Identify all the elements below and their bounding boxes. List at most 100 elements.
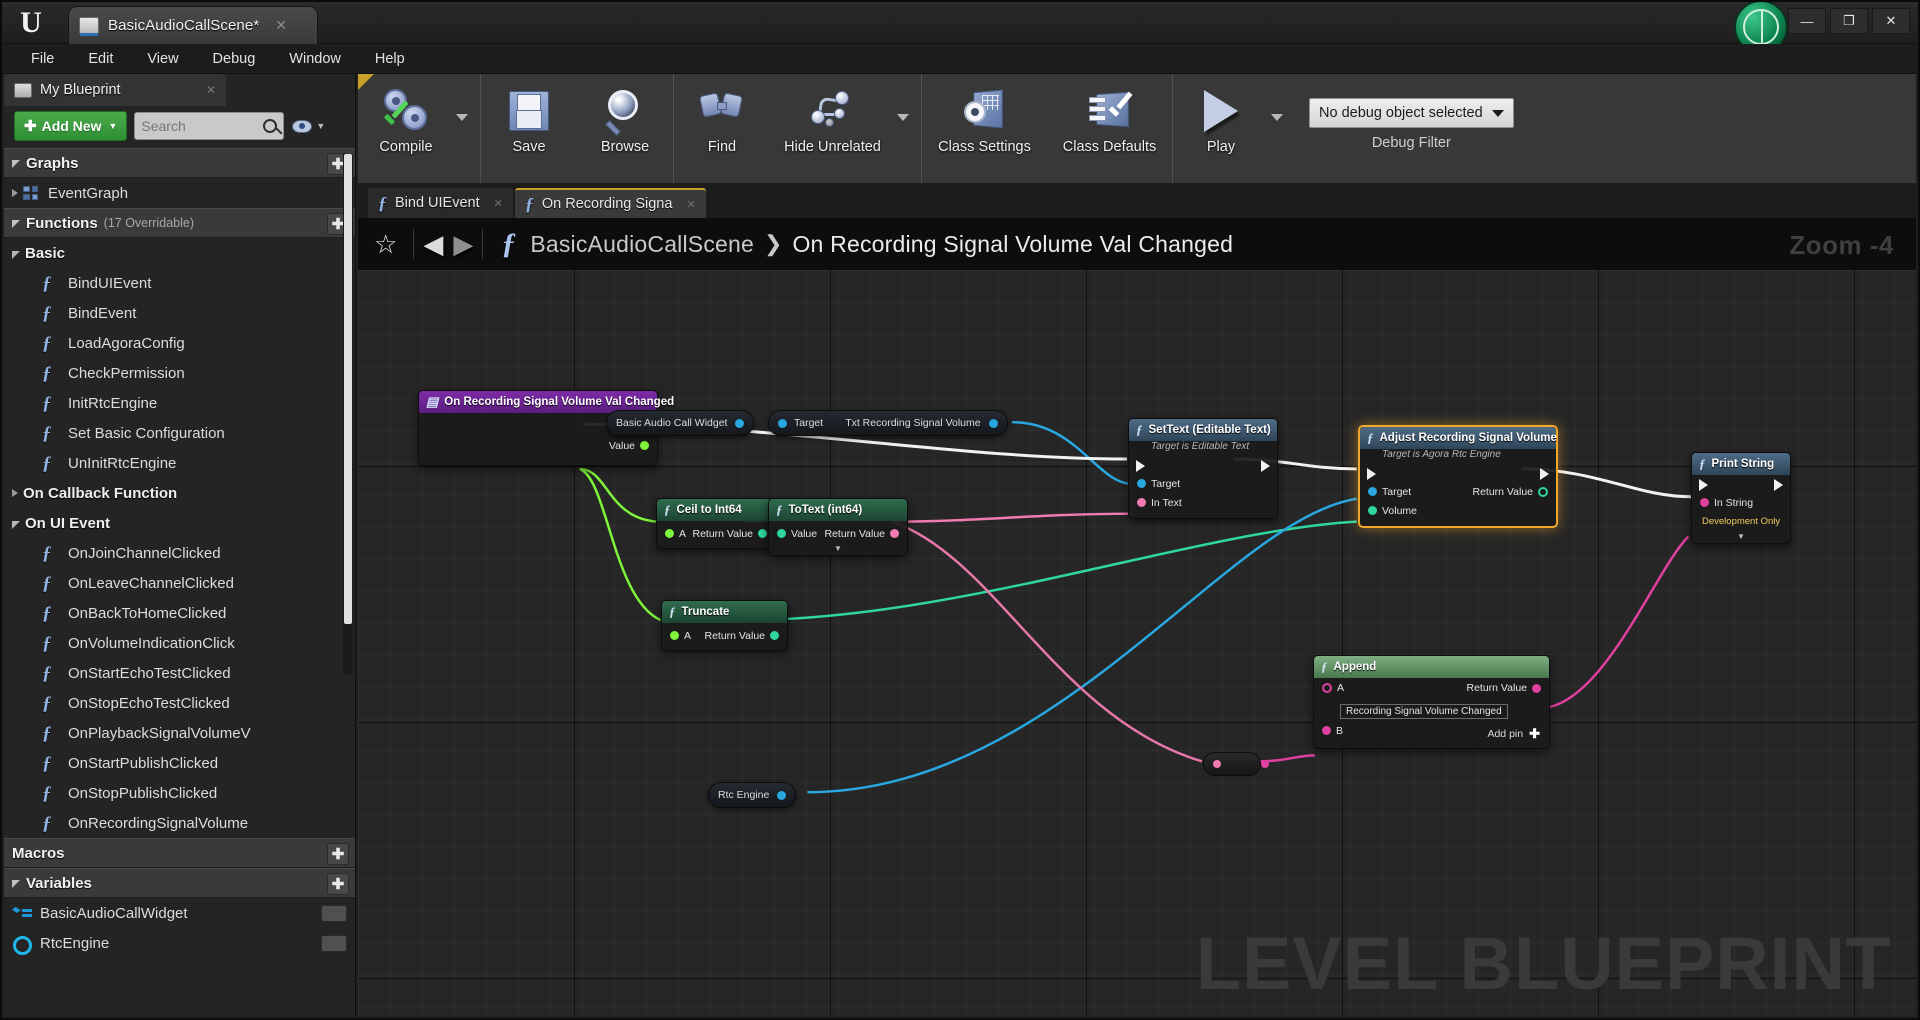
return-value-out-pin[interactable]	[770, 631, 779, 640]
browse-button[interactable]: Browse	[577, 74, 673, 183]
add-new-button[interactable]: ✚ Add New ▼	[14, 111, 128, 141]
tree-item-variable-basicaudiocallwidget[interactable]: BasicAudioCallWidget	[4, 898, 355, 928]
node-pin-row-target-return[interactable]: Target Return Value	[1360, 482, 1556, 501]
graph-tab-close-icon[interactable]: ✕	[494, 197, 503, 210]
return-value-out-pin[interactable]	[1538, 486, 1548, 497]
tree-section-graphs[interactable]: Graphs ✚	[4, 148, 355, 178]
node-pin-row-value[interactable]: Value	[419, 436, 657, 455]
tree-item-function[interactable]: ƒ BindUIEvent	[4, 268, 355, 298]
tree-section-functions[interactable]: Functions (17 Overridable) ✚	[4, 208, 355, 238]
volume-in-pin[interactable]	[1368, 506, 1377, 515]
bookmark-star-icon[interactable]: ☆	[374, 229, 397, 260]
tree-item-function[interactable]: ƒ OnStopPublishClicked	[4, 778, 355, 808]
tree-item-function[interactable]: ƒ BindEvent	[4, 298, 355, 328]
node-pin-row-in-text[interactable]: In Text	[1129, 493, 1277, 512]
menu-item-file[interactable]: File	[14, 44, 71, 74]
expand-node-chevron-icon[interactable]: ▼	[769, 543, 907, 553]
node-append[interactable]: ƒ Append A Return Value Recording Signal…	[1313, 655, 1550, 749]
node-pin-row-target[interactable]: Target	[1129, 474, 1277, 493]
node-text-to-string-conversion[interactable]	[1203, 752, 1269, 776]
tree-section-macros[interactable]: Macros ✚	[4, 838, 355, 868]
node-totext-int64[interactable]: ƒ ToText (int64) Value Return Value ▼	[768, 498, 908, 556]
navigate-forward-icon[interactable]: ▶	[448, 229, 478, 260]
node-pin-row-in-string[interactable]: In String	[1692, 493, 1790, 512]
debug-object-select[interactable]: No debug object selected	[1309, 98, 1514, 128]
expand-arrow-icon[interactable]	[12, 189, 18, 197]
node-basic-audio-call-widget-getter[interactable]: Basic Audio Call Widget	[606, 410, 755, 436]
class-defaults-button[interactable]: Class Defaults	[1047, 74, 1172, 183]
node-pin-row-a[interactable]: A Return Value	[1314, 682, 1549, 701]
exec-in-pin[interactable]	[1367, 468, 1376, 480]
tree-item-function[interactable]: ƒ OnRecordingSignalVolume	[4, 808, 355, 838]
tree-section-variables[interactable]: Variables ✚	[4, 868, 355, 898]
a-default-value-row[interactable]: Recording Signal Volume Changed	[1314, 701, 1549, 721]
node-pin-row[interactable]: A Return Value	[662, 626, 787, 645]
node-pin-row[interactable]: A Return Value	[657, 524, 775, 543]
a-in-pin[interactable]	[665, 529, 674, 538]
menu-item-debug[interactable]: Debug	[196, 44, 273, 74]
in-string-pin[interactable]	[1700, 498, 1709, 507]
maximize-button[interactable]: ❐	[1830, 8, 1868, 34]
menu-item-help[interactable]: Help	[358, 44, 422, 74]
node-rtc-engine-getter[interactable]: Rtc Engine	[708, 782, 797, 808]
exec-out-pin[interactable]	[1261, 460, 1270, 472]
tree-item-function[interactable]: ƒ OnPlaybackSignalVolumeV	[4, 718, 355, 748]
variable-type-swatch[interactable]	[321, 904, 347, 922]
node-ceil-to-int64[interactable]: ƒ Ceil to Int64 A Return Value	[656, 498, 776, 549]
asset-tab-close-icon[interactable]: ✕	[275, 17, 287, 34]
asset-document-tab[interactable]: BasicAudioCallScene* ✕	[68, 6, 318, 44]
object-out-pin[interactable]	[777, 790, 787, 800]
graph-tab-close-icon[interactable]: ✕	[686, 198, 695, 211]
add-macro-button[interactable]: ✚	[327, 843, 349, 865]
navigate-back-icon[interactable]: ◀	[418, 229, 448, 260]
add-pin-button[interactable]: Add pin ✚	[1314, 724, 1549, 742]
node-truncate[interactable]: ƒ Truncate A Return Value	[661, 600, 788, 651]
exec-out-pin[interactable]	[1774, 479, 1783, 491]
node-pin-row-volume[interactable]: Volume	[1360, 501, 1556, 520]
hide-unrelated-button[interactable]: Hide Unrelated	[770, 74, 895, 183]
menu-item-edit[interactable]: Edit	[71, 44, 130, 74]
in-text-pin[interactable]	[1137, 498, 1146, 507]
tree-item-function[interactable]: ƒ OnStartEchoTestClicked	[4, 658, 355, 688]
collapse-arrow-icon[interactable]	[12, 249, 21, 259]
exec-in-pin[interactable]	[1699, 479, 1708, 491]
play-button[interactable]: Play	[1173, 74, 1269, 183]
return-value-out-pin[interactable]	[1532, 683, 1541, 693]
graph-tab-bind-uievent[interactable]: ƒ Bind UIEvent ✕	[368, 188, 513, 218]
object-out-pin[interactable]	[735, 418, 745, 428]
collapse-arrow-icon[interactable]	[12, 219, 21, 228]
search-input[interactable]	[141, 118, 260, 134]
tree-group-on-ui-event[interactable]: On UI Event	[4, 508, 355, 538]
tree-item-function[interactable]: ƒ CheckPermission	[4, 358, 355, 388]
tree-item-function[interactable]: ƒ UnInitRtcEngine	[4, 448, 355, 478]
tree-item-eventgraph[interactable]: EventGraph	[4, 178, 355, 208]
my-blueprint-scrollbar[interactable]	[343, 154, 353, 674]
tree-group-on-callback-function[interactable]: On Callback Function	[4, 478, 355, 508]
collapse-arrow-icon[interactable]	[12, 879, 21, 888]
breadcrumb-root[interactable]: BasicAudioCallScene	[530, 231, 754, 258]
return-value-out-pin[interactable]	[890, 529, 899, 538]
string-out-pin[interactable]	[1261, 760, 1269, 768]
tree-item-function[interactable]: ƒ OnBackToHomeClicked	[4, 598, 355, 628]
value-in-pin[interactable]	[777, 529, 786, 538]
find-button[interactable]: Find	[674, 74, 770, 183]
tree-item-function[interactable]: ƒ OnStopEchoTestClicked	[4, 688, 355, 718]
tree-item-function[interactable]: ƒ OnStartPublishClicked	[4, 748, 355, 778]
tree-item-function[interactable]: ƒ Set Basic Configuration	[4, 418, 355, 448]
menu-item-view[interactable]: View	[130, 44, 195, 74]
a-in-pin[interactable]	[670, 631, 679, 640]
node-pin-row[interactable]: Value Return Value	[769, 524, 907, 543]
variable-type-swatch[interactable]	[321, 934, 347, 952]
tree-item-function[interactable]: ƒ OnJoinChannelClicked	[4, 538, 355, 568]
node-adjust-recording-signal-volume[interactable]: ƒ Adjust Recording Signal Volume Target …	[1358, 425, 1558, 528]
play-options-dropdown[interactable]	[1269, 74, 1295, 183]
node-print-string[interactable]: ƒ Print String In String Development Onl…	[1691, 452, 1791, 544]
target-in-pin[interactable]	[778, 418, 787, 428]
exec-in-pin[interactable]	[1136, 460, 1145, 472]
expand-node-chevron-icon[interactable]: ▼	[1692, 531, 1790, 541]
target-in-pin[interactable]	[1137, 479, 1146, 488]
tree-item-function[interactable]: ƒ LoadAgoraConfig	[4, 328, 355, 358]
exec-out-pin[interactable]	[1540, 468, 1549, 480]
menu-item-window[interactable]: Window	[272, 44, 358, 74]
collapse-arrow-icon[interactable]	[12, 159, 21, 168]
